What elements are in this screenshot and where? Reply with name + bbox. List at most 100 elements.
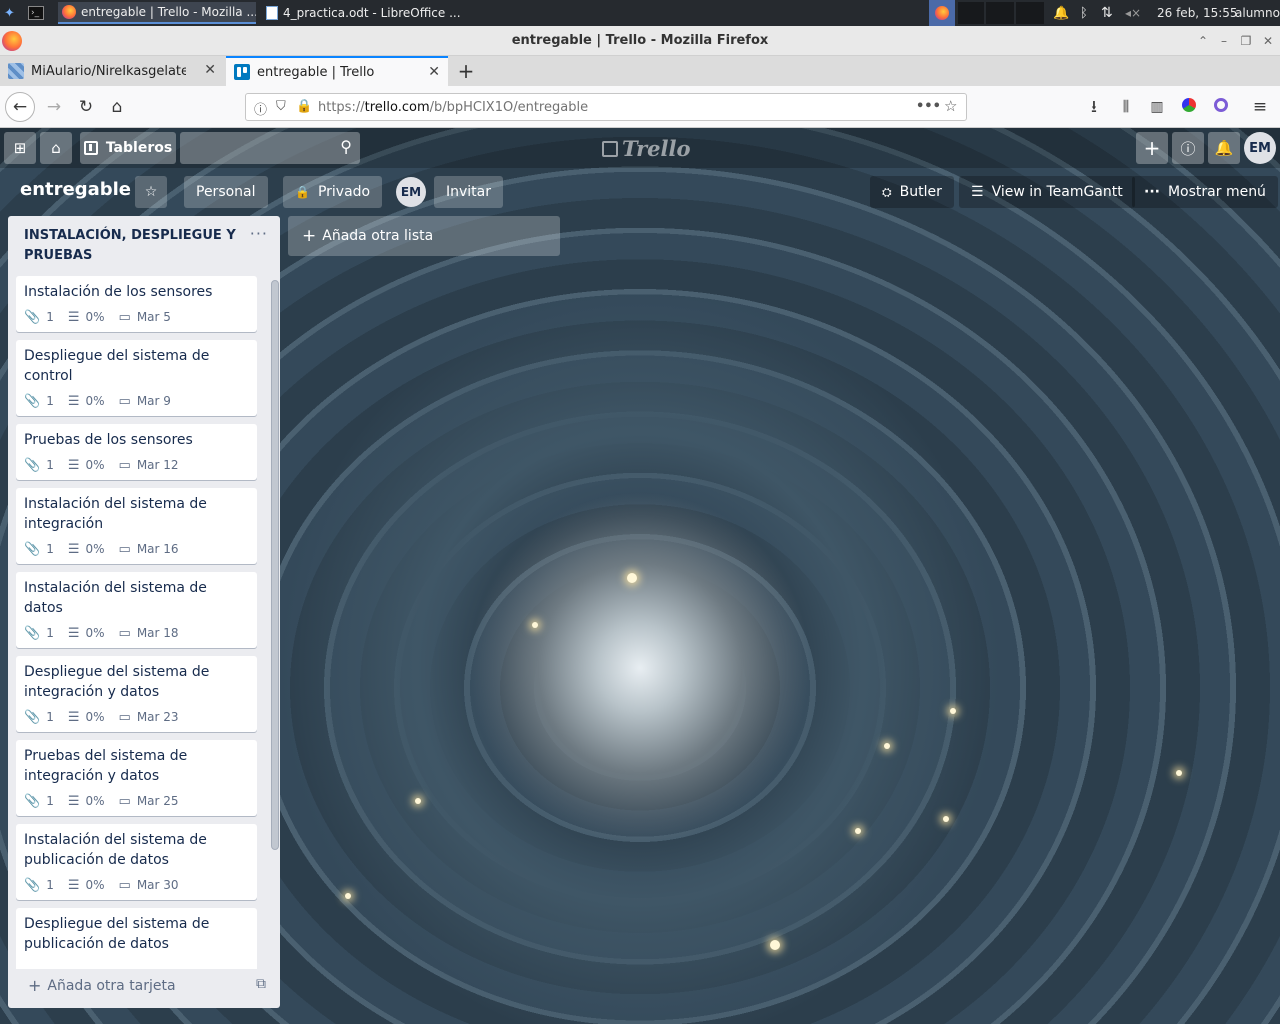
checklist-badge: ☰ 0% [68,458,105,473]
team-button[interactable]: Personal [184,176,268,208]
list-card[interactable]: Despliegue del sistema de integración y … [16,656,257,732]
page-actions-icon[interactable]: ••• [916,99,941,114]
due-date-badge: ▭ Mar 12 [119,458,179,473]
list-card[interactable]: Instalación de los sensores 📎 1 ☰ 0% ▭ Mar 5 [16,276,257,332]
checklist-icon: ☰ [67,309,80,325]
list-card[interactable]: Despliegue del sistema de publicación de… [16,908,257,969]
add-list-button[interactable]: + Añada otra lista [288,216,560,256]
attachment-badge: 📎 1 [24,310,54,325]
lock-icon[interactable]: 🔒 [296,99,312,114]
due-date: Mar 18 [136,626,179,640]
list-title[interactable]: INSTALACIÓN, DESPLIEGUE Y PRUEBAS [24,226,239,266]
notification-bell-icon[interactable]: 🔔 [1053,0,1069,26]
sync-icon[interactable] [1207,93,1235,121]
downloads-icon[interactable]: ⭳ [1080,93,1108,121]
board-member-avatar[interactable]: EM [396,177,426,207]
library-icon[interactable]: ⫼ [1112,93,1140,121]
app-menu-icon[interactable]: ✦ [4,0,15,26]
list-card[interactable]: Instalación del sistema de datos 📎 1 ☰ 0% ▭ Ma… [16,572,257,648]
tab-trello[interactable]: entregable | Trello ✕ [226,56,448,86]
due-date-badge: ▭ Mar 16 [119,542,179,557]
member-avatar[interactable]: EM [1244,132,1276,164]
list-scrollbar[interactable] [271,280,279,850]
checklist-progress: 0% [85,310,105,324]
due-date-badge: ▭ Mar 30 [119,878,179,893]
trello-logo[interactable]: Trello [602,136,691,161]
card-badges: 📎 1 ☰ 0% ▭ Mar 16 [24,538,249,560]
taskbar-task-libreoffice[interactable]: 4_practica.odt - LibreOffice ... [262,2,462,24]
checklist-badge: ☰ 0% [68,710,105,725]
attachment-badge: 📎 1 [24,626,54,641]
site-info-icon[interactable]: ⓘ [254,99,267,118]
add-card-button[interactable]: + Añada otra tarjeta [28,976,176,995]
card-template-icon[interactable]: ⧉ [256,976,266,992]
due-date: Mar 16 [136,542,179,556]
maximize-button[interactable]: ❐ [1237,32,1255,50]
session-user[interactable]: alumno [1235,0,1280,26]
volume-icon[interactable]: ◂× [1125,0,1141,26]
new-tab-button[interactable]: + [454,59,478,83]
list-card[interactable]: Pruebas del sistema de integración y dat… [16,740,257,816]
create-button[interactable]: + [1136,132,1168,164]
due-date: Mar 9 [136,394,171,408]
network-icon[interactable]: ⇅ [1101,0,1113,26]
sidebar-icon[interactable]: ▥ [1143,93,1171,121]
butler-button[interactable]: ⛭ Butler [870,176,954,208]
close-tab-icon[interactable]: ✕ [204,62,216,78]
teamgantt-button[interactable]: ☰ View in TeamGantt [959,176,1135,208]
boards-button[interactable]: Tableros [80,132,176,164]
visibility-button[interactable]: 🔒 Privado [283,176,383,208]
terminal-icon[interactable]: ›_ [28,0,44,26]
calendar-icon: ▭ [118,541,131,557]
calendar-icon: ▭ [118,393,131,409]
url-text[interactable]: https://trello.com/b/bpHCIX1O/entregable [318,100,588,115]
add-list-label: Añada otra lista [322,228,434,244]
tab-miaulario[interactable]: MiAulario/NireIkasgelategia : ✕ [0,56,224,86]
search-icon[interactable]: ⚲ [340,137,352,156]
due-date: Mar 25 [136,794,179,808]
tracking-shield-icon[interactable]: ⛉ [276,99,286,114]
invite-button[interactable]: Invitar [434,176,504,208]
board-title[interactable]: entregable [20,179,131,200]
list-card[interactable]: Instalación del sistema de integración 📎 1… [16,488,257,564]
extension-icon[interactable] [1175,93,1203,121]
forward-button[interactable]: → [40,93,68,121]
back-button[interactable]: ← [5,92,35,122]
list-card[interactable]: Despliegue del sistema de control 📎 1 ☰ 0% ▭ M… [16,340,257,416]
attachment-count: 1 [46,394,54,408]
home-button[interactable]: ⌂ [103,93,131,121]
url-bar[interactable]: ⓘ ⛉ 🔒 https://trello.com/b/bpHCIX1O/entr… [245,93,967,121]
window-up-icon[interactable]: ⌃ [1194,32,1212,50]
list-column[interactable]: INSTALACIÓN, DESPLIEGUE Y PRUEBAS ··· In… [8,216,280,1008]
bluetooth-icon[interactable]: ᛒ [1080,0,1088,26]
list-card[interactable]: Pruebas de los sensores 📎 1 ☰ 0% ▭ Mar 12 [16,424,257,480]
taskbar-task-firefox[interactable]: entregable | Trello - Mozilla ... [58,2,256,24]
list-card[interactable]: Instalación del sistema de publicación d… [16,824,257,900]
hamburger-menu-icon[interactable]: ≡ [1246,93,1274,121]
attachment-badge: 📎 1 [24,878,54,893]
checklist-progress: 0% [85,394,105,408]
search-input[interactable]: ⚲ [180,132,360,164]
invite-label: Invitar [446,184,492,200]
checklist-progress: 0% [85,710,105,724]
clock[interactable]: 26 feb, 15:55 [1157,0,1238,26]
list-menu-icon[interactable]: ··· [250,224,268,243]
attachment-count: 1 [46,878,54,892]
reload-button[interactable]: ↻ [72,93,100,121]
checklist-icon: ☰ [67,541,80,557]
notifications-bell-icon[interactable]: 🔔 [1208,132,1240,164]
card-badges: 📎 1 ☰ 0% ▭ Mar 12 [24,454,249,476]
close-tab-icon[interactable]: ✕ [428,64,440,80]
home-icon[interactable]: ⌂ [40,132,72,164]
close-window-button[interactable]: ✕ [1259,32,1277,50]
info-icon[interactable]: ⓘ [1172,132,1204,164]
tray-slot [1016,2,1044,24]
bookmark-star-icon[interactable]: ☆ [944,97,957,115]
apps-grid-icon[interactable]: ⊞ [4,132,36,164]
show-menu-button[interactable]: ··· Mostrar menú [1132,176,1278,208]
tray-firefox-icon[interactable] [929,0,955,26]
card-title: Despliegue del sistema de integración y … [24,664,210,700]
minimize-button[interactable]: – [1215,32,1233,50]
checklist-progress: 0% [85,458,105,472]
star-board-icon[interactable]: ☆ [135,176,167,208]
